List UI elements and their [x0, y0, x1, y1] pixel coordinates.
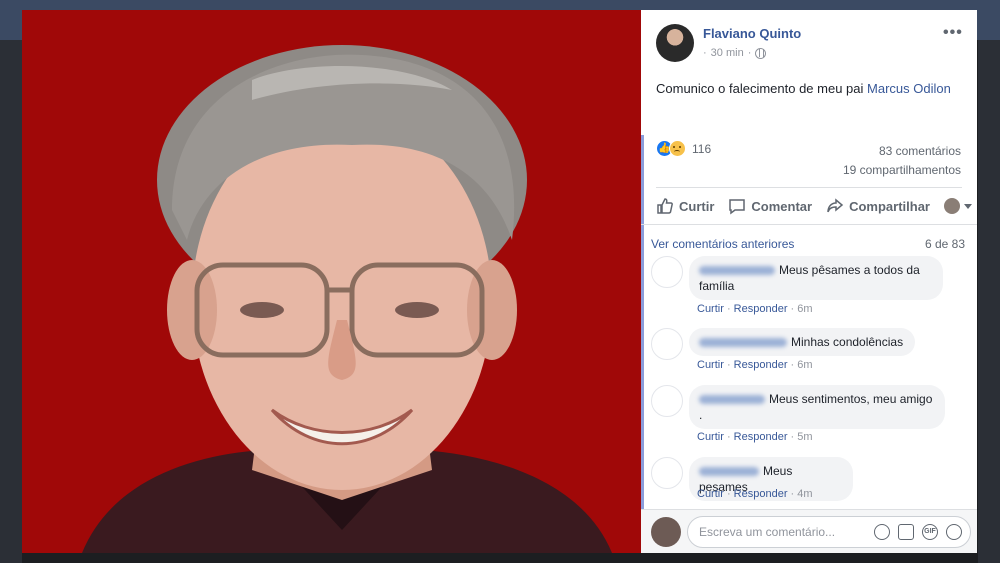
author-name[interactable]: Flaviano Quinto — [703, 26, 801, 41]
background-right — [978, 40, 1000, 563]
reaction-count: 116 — [692, 141, 712, 156]
background-left — [0, 40, 22, 563]
post-actions: Curtir Comentar Compartilhar — [656, 194, 972, 218]
comment-like-link[interactable]: Curtir — [697, 303, 724, 315]
panel-accent-bar — [641, 135, 644, 520]
sticker-icon[interactable] — [946, 524, 962, 540]
post-panel: Flaviano Quinto · 30 min · ••• Comunico … — [641, 10, 977, 553]
share-label: Compartilhar — [849, 198, 930, 214]
divider — [656, 187, 962, 188]
comment-like-link[interactable]: Curtir — [697, 359, 724, 371]
commenter-avatar[interactable] — [651, 328, 683, 360]
post-time[interactable]: 30 min — [711, 47, 744, 59]
comment-time[interactable]: 6m — [797, 359, 812, 371]
comments-count[interactable]: 83 comentários — [843, 142, 961, 161]
comment-text-cont: . — [699, 408, 703, 422]
commenter-avatar[interactable] — [651, 385, 683, 417]
comment-text: Meus pêsames a todos da — [779, 263, 920, 277]
comment-icon — [729, 199, 746, 215]
portrait-image — [82, 45, 612, 553]
comment-placeholder: Escreva um comentário... — [699, 525, 836, 539]
gif-icon[interactable]: GIF — [922, 524, 938, 540]
commenter-name-blurred[interactable] — [699, 266, 775, 276]
shares-count[interactable]: 19 compartilhamentos — [843, 161, 961, 180]
comment-label: Comentar — [751, 198, 813, 214]
previous-comments-link[interactable]: Ver comentários anteriores — [651, 237, 794, 251]
author-avatar[interactable] — [656, 24, 694, 62]
comment-text: Meus sentimentos, meu amigo — [769, 392, 933, 406]
comment-composer: Escreva um comentário... GIF — [641, 509, 977, 553]
comment-reply-link[interactable]: Responder — [734, 303, 788, 315]
comment-meta: Curtir · Responder · 4m — [697, 488, 813, 500]
commenter-name-blurred[interactable] — [699, 467, 759, 477]
comments-page-count: 6 de 83 — [924, 237, 965, 251]
comment-bubble: Minhas condolências — [689, 328, 915, 356]
comment-reply-link[interactable]: Responder — [734, 359, 788, 371]
globe-icon[interactable] — [755, 47, 767, 59]
comment-reply-link[interactable]: Responder — [734, 431, 788, 443]
reactions-summary[interactable]: 👍 116 — [656, 140, 711, 157]
chevron-down-icon — [963, 203, 972, 209]
commenter-name-blurred[interactable] — [699, 338, 787, 348]
comment-time[interactable]: 4m — [797, 488, 812, 500]
comment-bubble: Meus sentimentos, meu amigo . — [689, 385, 945, 429]
comment-meta: Curtir · Responder · 6m — [697, 303, 813, 315]
thumbs-up-icon — [657, 198, 673, 214]
comment-bubble: Meus pêsames a todos da família — [689, 256, 943, 300]
share-button[interactable]: Compartilhar — [826, 197, 930, 215]
comment-meta: Curtir · Responder · 6m — [697, 359, 813, 371]
sad-reaction-icon — [669, 140, 686, 157]
share-icon — [827, 198, 844, 213]
comments-header: Ver comentários anteriores 6 de 83 — [651, 237, 965, 251]
post-meta: · 30 min · — [703, 47, 767, 59]
commenter-name-blurred[interactable] — [699, 395, 765, 405]
like-button[interactable]: Curtir — [656, 197, 714, 215]
commenter-avatar[interactable] — [651, 256, 683, 288]
comment-text: Minhas condolências — [791, 335, 904, 349]
comment-button[interactable]: Comentar — [728, 197, 812, 215]
post-photo — [22, 10, 641, 553]
mention-link[interactable]: Marcus Odilon — [867, 81, 951, 96]
meta-dot: · — [703, 47, 707, 59]
meta-dot: · — [747, 47, 752, 59]
comment-reply-link[interactable]: Responder — [734, 488, 788, 500]
comment-time[interactable]: 5m — [797, 431, 812, 443]
post-text-body: Comunico o falecimento de meu pai — [656, 81, 864, 96]
commenter-avatar[interactable] — [651, 457, 683, 489]
divider — [641, 224, 977, 225]
comment-like-link[interactable]: Curtir — [697, 488, 724, 500]
camera-icon[interactable] — [898, 524, 914, 540]
composer-icons: GIF — [874, 524, 962, 540]
comment-text-cont: família — [699, 279, 735, 293]
post-as-selector[interactable] — [943, 198, 972, 214]
like-label: Curtir — [679, 198, 715, 214]
current-user-avatar — [651, 517, 681, 547]
more-options-button[interactable]: ••• — [943, 24, 963, 42]
comment-time[interactable]: 6m — [797, 303, 812, 315]
emoji-icon[interactable] — [874, 524, 890, 540]
mini-avatar — [943, 198, 960, 214]
engagement-counts: 83 comentários 19 compartilhamentos — [843, 142, 961, 180]
comment-input[interactable]: Escreva um comentário... GIF — [687, 516, 971, 548]
comment-like-link[interactable]: Curtir — [697, 431, 724, 443]
post-text: Comunico o falecimento de meu pai Marcus… — [656, 81, 951, 96]
comment-meta: Curtir · Responder · 5m — [697, 431, 813, 443]
